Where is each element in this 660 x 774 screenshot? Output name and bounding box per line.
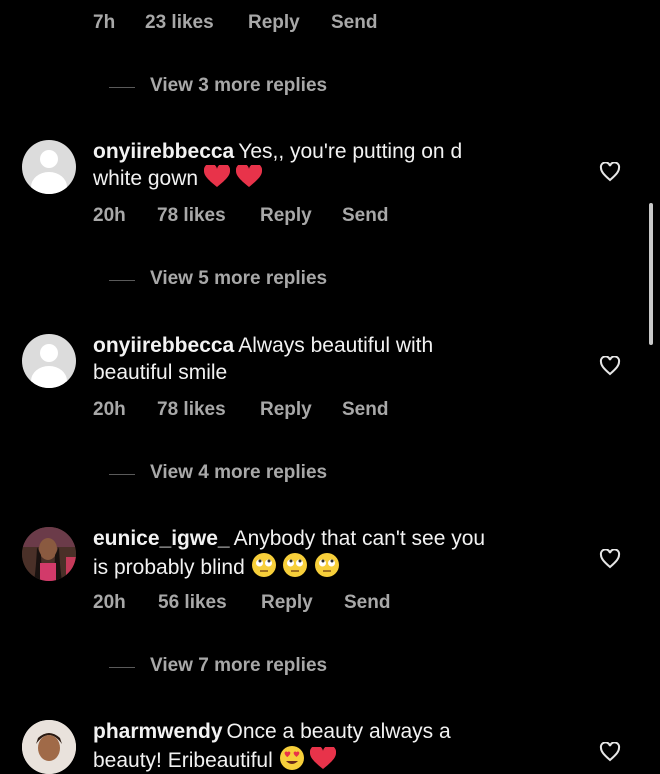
send-button[interactable]: Send <box>344 592 390 614</box>
avatar[interactable] <box>22 720 76 774</box>
comment-text-line2: white gown <box>93 167 199 190</box>
comment-text-line2: is probably blind <box>93 556 245 579</box>
view-more-replies[interactable]: View 7 more replies <box>109 655 369 679</box>
comment-text: Yes,, you're putting on d <box>238 140 463 163</box>
reply-button[interactable]: Reply <box>260 399 312 421</box>
rolling-eyes-emoji <box>315 553 340 577</box>
comment-meta: 20h 78 likes Reply Send <box>93 399 493 423</box>
profile-photo <box>22 527 76 581</box>
send-button[interactable]: Send <box>342 205 388 227</box>
view-more-replies[interactable]: View 5 more replies <box>109 268 369 292</box>
send-button[interactable]: Send <box>342 399 388 421</box>
likes-count[interactable]: 78 likes <box>157 399 226 421</box>
profile-photo <box>22 720 76 774</box>
comment-time: 20h <box>93 592 126 613</box>
comment-time: 20h <box>93 399 126 420</box>
comment-meta: 7h 23 likes Reply Send <box>93 12 493 36</box>
comment-time: 7h <box>93 12 116 33</box>
reply-button[interactable]: Reply <box>248 12 300 34</box>
rolling-eyes-emoji <box>251 553 276 577</box>
comment-text: Always beautiful with <box>238 334 434 357</box>
username[interactable]: pharmwendy <box>93 720 223 743</box>
username[interactable]: onyiirebbecca <box>93 140 234 163</box>
avatar[interactable] <box>22 527 76 581</box>
username[interactable]: eunice_igwe_ <box>93 527 230 550</box>
replies-divider <box>109 667 135 668</box>
comment-text-line2: beauty! Eribeautiful <box>93 749 273 772</box>
rolling-eyes-emoji <box>283 553 308 577</box>
view-more-replies[interactable]: View 3 more replies <box>109 75 369 99</box>
heart-outline-icon[interactable] <box>599 742 621 762</box>
heart-outline-icon[interactable] <box>599 549 621 569</box>
scrollbar[interactable] <box>649 203 653 345</box>
reply-button[interactable]: Reply <box>260 205 312 227</box>
avatar[interactable] <box>22 334 76 388</box>
red-heart-emoji <box>235 165 262 187</box>
comment-meta: 20h 78 likes Reply Send <box>93 205 493 229</box>
view-more-replies[interactable]: View 4 more replies <box>109 462 369 486</box>
username[interactable]: onyiirebbecca <box>93 334 234 357</box>
avatar[interactable] <box>22 140 76 194</box>
comment-text-line2: beautiful smile <box>93 361 228 384</box>
likes-count[interactable]: 78 likes <box>157 205 226 227</box>
comment-meta: 20h 56 likes Reply Send <box>93 592 493 616</box>
replies-divider <box>109 280 135 281</box>
send-button[interactable]: Send <box>331 12 377 34</box>
likes-count[interactable]: 23 likes <box>145 12 214 34</box>
comment-text: Once a beauty always a <box>226 720 451 743</box>
heart-outline-icon[interactable] <box>599 162 621 182</box>
heart-eyes-emoji <box>279 746 304 770</box>
reply-button[interactable]: Reply <box>261 592 313 614</box>
red-heart-emoji <box>310 747 337 769</box>
replies-divider <box>109 474 135 475</box>
comment-time: 20h <box>93 205 126 226</box>
comment-text: Anybody that can't see you <box>233 527 486 550</box>
red-heart-emoji <box>203 165 230 187</box>
heart-outline-icon[interactable] <box>599 356 621 376</box>
likes-count[interactable]: 56 likes <box>158 592 227 614</box>
replies-divider <box>109 87 135 88</box>
